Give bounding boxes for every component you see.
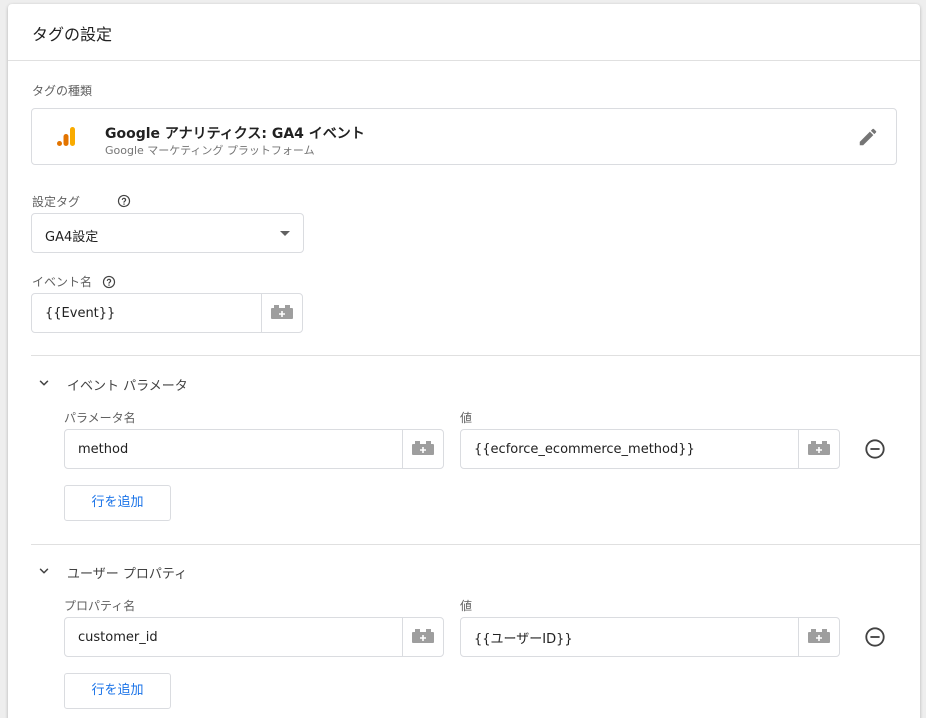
config-tag-select[interactable]: GA4設定	[31, 213, 304, 253]
dropdown-arrow-icon	[280, 231, 290, 236]
tag-type-vendor: Google マーケティング プラットフォーム	[105, 144, 315, 157]
help-circle-icon[interactable]	[117, 194, 131, 208]
add-prop-row-button[interactable]: 行を追加	[64, 673, 171, 709]
help-circle-icon[interactable]	[102, 275, 116, 289]
prop-value-field	[460, 617, 840, 657]
variable-picker-button[interactable]	[402, 618, 443, 656]
pencil-icon[interactable]	[857, 126, 879, 148]
chevron-down-icon[interactable]	[37, 376, 51, 390]
event-name-input[interactable]	[32, 294, 261, 332]
tag-type-name: Google アナリティクス: GA4 イベント	[105, 126, 365, 142]
event-name-field	[31, 293, 303, 333]
prop-name-field	[64, 617, 444, 657]
event-params-title[interactable]: イベント パラメータ	[67, 375, 188, 394]
tag-config-card: タグの設定 タグの種類 Google アナリティクス: GA4 イベント Goo…	[8, 4, 920, 718]
variable-picker-button[interactable]	[798, 618, 839, 656]
event-name-label: イベント名	[32, 275, 93, 289]
section-divider	[31, 544, 920, 545]
tag-type-selector[interactable]: Google アナリティクス: GA4 イベント Google マーケティング …	[31, 108, 897, 165]
page-title: タグの設定	[32, 25, 113, 44]
lego-brick-icon	[808, 629, 830, 643]
lego-brick-icon	[412, 629, 434, 643]
prop-value-input[interactable]	[461, 618, 798, 656]
variable-picker-button[interactable]	[798, 430, 839, 468]
prop-name-input[interactable]	[65, 618, 402, 656]
param-value-field	[460, 429, 840, 469]
chevron-down-icon[interactable]	[37, 564, 51, 578]
param-value-header: 値	[460, 411, 473, 425]
minus-circle-icon[interactable]	[864, 438, 886, 460]
tag-type-label: タグの種類	[32, 84, 93, 98]
section-divider	[31, 355, 920, 356]
config-tag-value: GA4設定	[45, 230, 99, 245]
google-analytics-icon	[57, 127, 75, 146]
param-value-input[interactable]	[461, 430, 798, 468]
minus-circle-icon[interactable]	[864, 626, 886, 648]
param-name-header: パラメータ名	[64, 411, 136, 425]
variable-picker-button[interactable]	[261, 294, 302, 332]
add-param-row-button[interactable]: 行を追加	[64, 485, 171, 521]
lego-brick-icon	[808, 441, 830, 455]
config-tag-label: 設定タグ	[32, 195, 81, 209]
user-props-title[interactable]: ユーザー プロパティ	[67, 563, 187, 582]
param-name-field	[64, 429, 444, 469]
lego-brick-icon	[271, 305, 293, 319]
lego-brick-icon	[412, 441, 434, 455]
variable-picker-button[interactable]	[402, 430, 443, 468]
card-header: タグの設定	[8, 4, 920, 61]
param-name-input[interactable]	[65, 430, 402, 468]
prop-value-header: 値	[460, 599, 473, 613]
prop-name-header: プロパティ名	[64, 599, 136, 613]
